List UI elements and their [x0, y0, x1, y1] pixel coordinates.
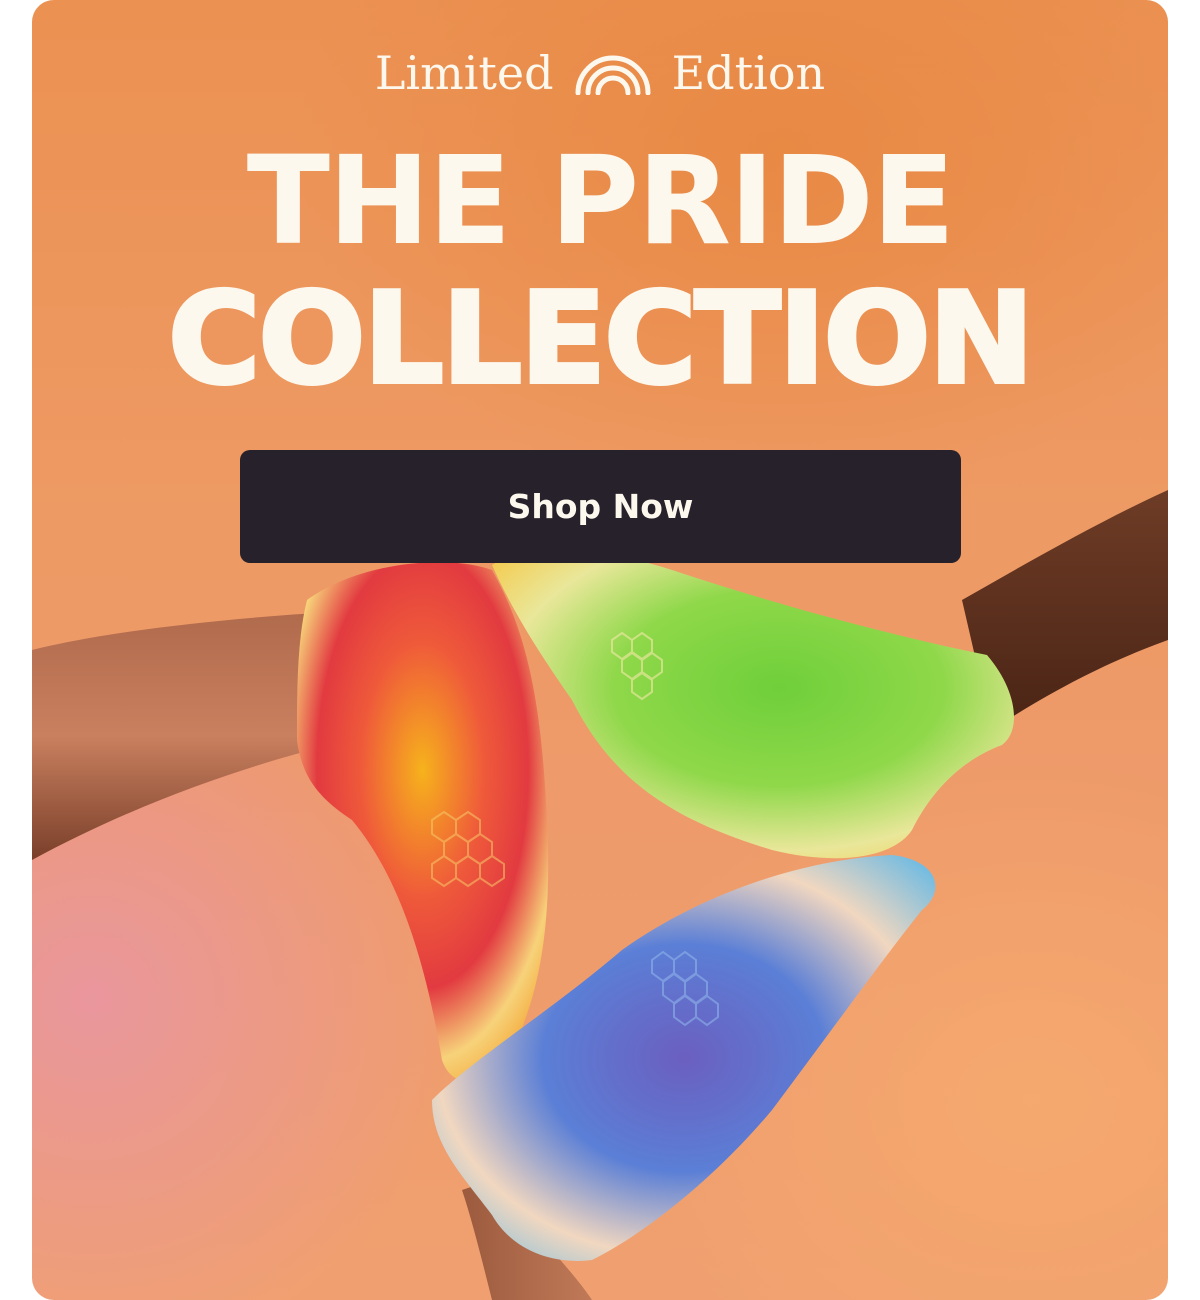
- shop-now-button[interactable]: Shop Now: [240, 450, 961, 563]
- eyebrow-right-text: Edtion: [671, 46, 826, 100]
- headline-line1: THE PRIDE: [246, 130, 956, 272]
- headline-line2: COLLECTION: [166, 265, 1036, 412]
- rainbow-icon: [575, 55, 651, 95]
- promo-banner: Limited Edtion THE PRIDE COLLECTION Shop…: [32, 0, 1168, 1300]
- eyebrow-left-text: Limited: [374, 46, 554, 100]
- limited-edition-label: Limited Edtion: [32, 42, 1168, 104]
